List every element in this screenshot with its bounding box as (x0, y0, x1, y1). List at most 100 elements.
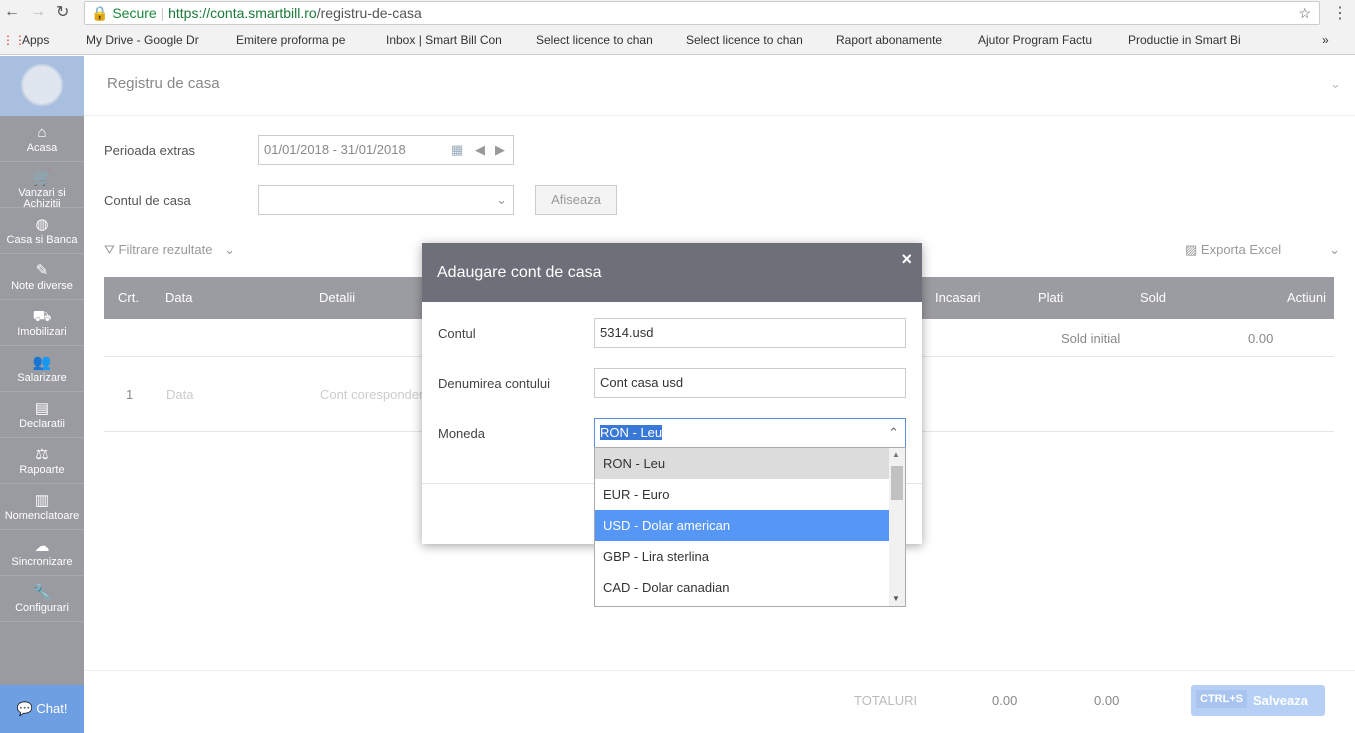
prev-period-icon[interactable]: ◀ (475, 136, 485, 164)
option-ron[interactable]: RON - Leu (595, 448, 889, 479)
avatar[interactable] (0, 56, 84, 116)
total-plati: 0.00 (1094, 693, 1120, 708)
sidebar-item-label: Configurari (15, 602, 69, 614)
shortcut-badge: CTRL+S (1196, 690, 1248, 708)
nav-icon: ▥ (34, 492, 50, 509)
nav-icon: ⚖ (35, 446, 49, 463)
scroll-down-icon[interactable]: ▼ (892, 594, 900, 603)
col-data: Data (165, 290, 193, 305)
save-label: Salveaza (1253, 693, 1308, 708)
scrollbar[interactable]: ▲ ▼ (889, 448, 905, 606)
row-crt: 1 (126, 387, 134, 402)
menu-icon[interactable]: ⋮ (1332, 3, 1348, 23)
option-cad[interactable]: CAD - Dolar canadian (595, 572, 889, 603)
sidebar-item-acasa[interactable]: ⌂ Acasa (0, 116, 84, 162)
sidebar-item-label: Nomenclatoare (4, 510, 80, 522)
sidebar-item-label: Salarizare (17, 372, 67, 384)
col-incasari: Incasari (935, 290, 981, 305)
browser-toolbar: ← → ↻ 🔒 Secure | https://conta.smartbill… (0, 0, 1355, 27)
sidebar-item-label: Vanzari si Achizitii (18, 187, 66, 210)
filter-icon: ⛛ (104, 242, 115, 257)
col-plati: Plati (1038, 290, 1064, 305)
sidebar-item-rapoarte[interactable]: ⚖ Rapoarte (0, 438, 84, 484)
bookmark[interactable]: Emitere proforma pe (236, 33, 345, 47)
bookmark[interactable]: Select licence to chan (536, 33, 653, 47)
bookmark[interactable]: Inbox | Smart Bill Con (386, 33, 502, 47)
filter-toggle[interactable]: ⛛ Filtrare rezultate ⌄ (104, 242, 235, 258)
nav-icon: 🔧 (32, 584, 52, 601)
nav-icon: ✎ (35, 262, 49, 279)
sidebar-item-label: Imobilizari (17, 326, 67, 338)
bookmark[interactable]: Productie in Smart Bi (1128, 33, 1241, 47)
option-usd[interactable]: USD - Dolar american (595, 510, 889, 541)
sidebar-item-label: Sincronizare (11, 556, 73, 568)
sidebar-item-declaratii[interactable]: ▤ Declaratii (0, 392, 84, 438)
sidebar-item-nomenclatoare[interactable]: ▥ Nomenclatoare (0, 484, 84, 530)
dialog-title: Adaugare cont de casa (437, 264, 602, 281)
bookmark[interactable]: Apps (22, 33, 49, 47)
bookmark[interactable]: Ajutor Program Factu (978, 33, 1092, 47)
more-bookmarks[interactable]: » (1322, 33, 1329, 47)
star-icon[interactable]: ☆ (1298, 2, 1311, 24)
sidebar-item-salarizare[interactable]: 👥 Salarizare (0, 346, 84, 392)
calendar-icon[interactable]: ▦ (451, 136, 463, 164)
account-select[interactable]: ⌄ (258, 185, 514, 215)
bookmark[interactable]: Select licence to chan (686, 33, 803, 47)
period-input[interactable]: 01/01/2018 - 31/01/2018 ▦ ◀ ▶ (258, 135, 514, 165)
secure-label: Secure (112, 5, 157, 21)
address-bar[interactable]: 🔒 Secure | https://conta.smartbill.ro/re… (84, 1, 1320, 25)
sidebar-item-label: Note diverse (11, 280, 73, 292)
col-actiuni: Actiuni (1287, 290, 1327, 305)
bookmarks-bar: ⋮⋮ Apps My Drive - Google Dr Emitere pro… (0, 27, 1355, 55)
account-input[interactable]: 5314.usd (594, 318, 906, 348)
url-host: https://conta.smartbill.ro (168, 5, 317, 21)
excel-icon: ▨ (1185, 242, 1198, 257)
initial-label: Sold initial (1061, 331, 1121, 346)
sidebar-item-label: Rapoarte (19, 464, 65, 476)
currency-label: Moneda (438, 426, 485, 441)
sidebar-item-configurari[interactable]: 🔧 Configurari (0, 576, 84, 622)
dialog-header: Adaugare cont de casa × (422, 243, 922, 302)
nav-icon: ⌂ (37, 124, 47, 141)
close-icon[interactable]: × (901, 249, 912, 270)
sidebar-item-sincronizare[interactable]: ☁ Sincronizare (0, 530, 84, 576)
sidebar-item-note-diverse[interactable]: ✎ Note diverse (0, 254, 84, 300)
col-crt: Crt. (118, 290, 139, 305)
account-name-label: Denumirea contului (438, 376, 551, 391)
option-eur[interactable]: EUR - Euro (595, 479, 889, 510)
account-label: Contul de casa (104, 193, 191, 208)
nav-icon: 👥 (32, 354, 52, 371)
chat-button[interactable]: 💬 Chat! (0, 685, 84, 733)
page-title: Registru de casa (107, 75, 220, 92)
show-button[interactable]: Afiseaza (535, 185, 617, 215)
scrollbar-thumb[interactable] (891, 466, 903, 500)
totals-label: TOTALURI (854, 693, 918, 708)
back-icon[interactable]: ← (4, 3, 20, 21)
user-dropdown-chevron-icon[interactable]: ⌄ (1330, 76, 1341, 92)
sidebar-item-vanzari-si-achizitii[interactable]: 🛒 Vanzari si Achizitii (0, 162, 84, 210)
scroll-up-icon[interactable]: ▲ (892, 450, 900, 459)
reload-icon[interactable]: ↻ (56, 2, 69, 22)
sidebar-item-casa-si-banca[interactable]: ◍ Casa si Banca (0, 208, 84, 254)
account-label: Contul (438, 326, 476, 341)
next-period-icon[interactable]: ▶ (495, 136, 505, 164)
save-button[interactable]: CTRL+S Salveaza (1191, 685, 1325, 716)
export-excel-button[interactable]: ▨ Exporta Excel ⌄ (1185, 242, 1340, 258)
total-incasari: 0.00 (992, 693, 1018, 708)
option-gbp[interactable]: GBP - Lira sterlina (595, 541, 889, 572)
sidebar-item-label: Acasa (26, 142, 58, 154)
period-label: Perioada extras (104, 143, 196, 158)
forward-icon[interactable]: → (30, 3, 46, 21)
sidebar-item-label: Declaratii (19, 418, 65, 430)
nav-icon: ☁ (34, 538, 50, 555)
lock-icon: 🔒 (91, 5, 109, 21)
bookmark[interactable]: Raport abonamente (836, 33, 942, 47)
nav-icon: ⛟ (32, 308, 52, 325)
sidebar-item-imobilizari[interactable]: ⛟ Imobilizari (0, 300, 84, 346)
row-date-input[interactable]: Data (166, 387, 193, 402)
bookmark[interactable]: My Drive - Google Dr (86, 33, 199, 47)
currency-select[interactable]: RON - Leu ⌃ (594, 418, 906, 448)
chevron-down-icon: ⌄ (496, 192, 507, 207)
account-name-input[interactable]: Cont casa usd (594, 368, 906, 398)
row-details-input[interactable]: Cont corespondent (320, 387, 430, 402)
